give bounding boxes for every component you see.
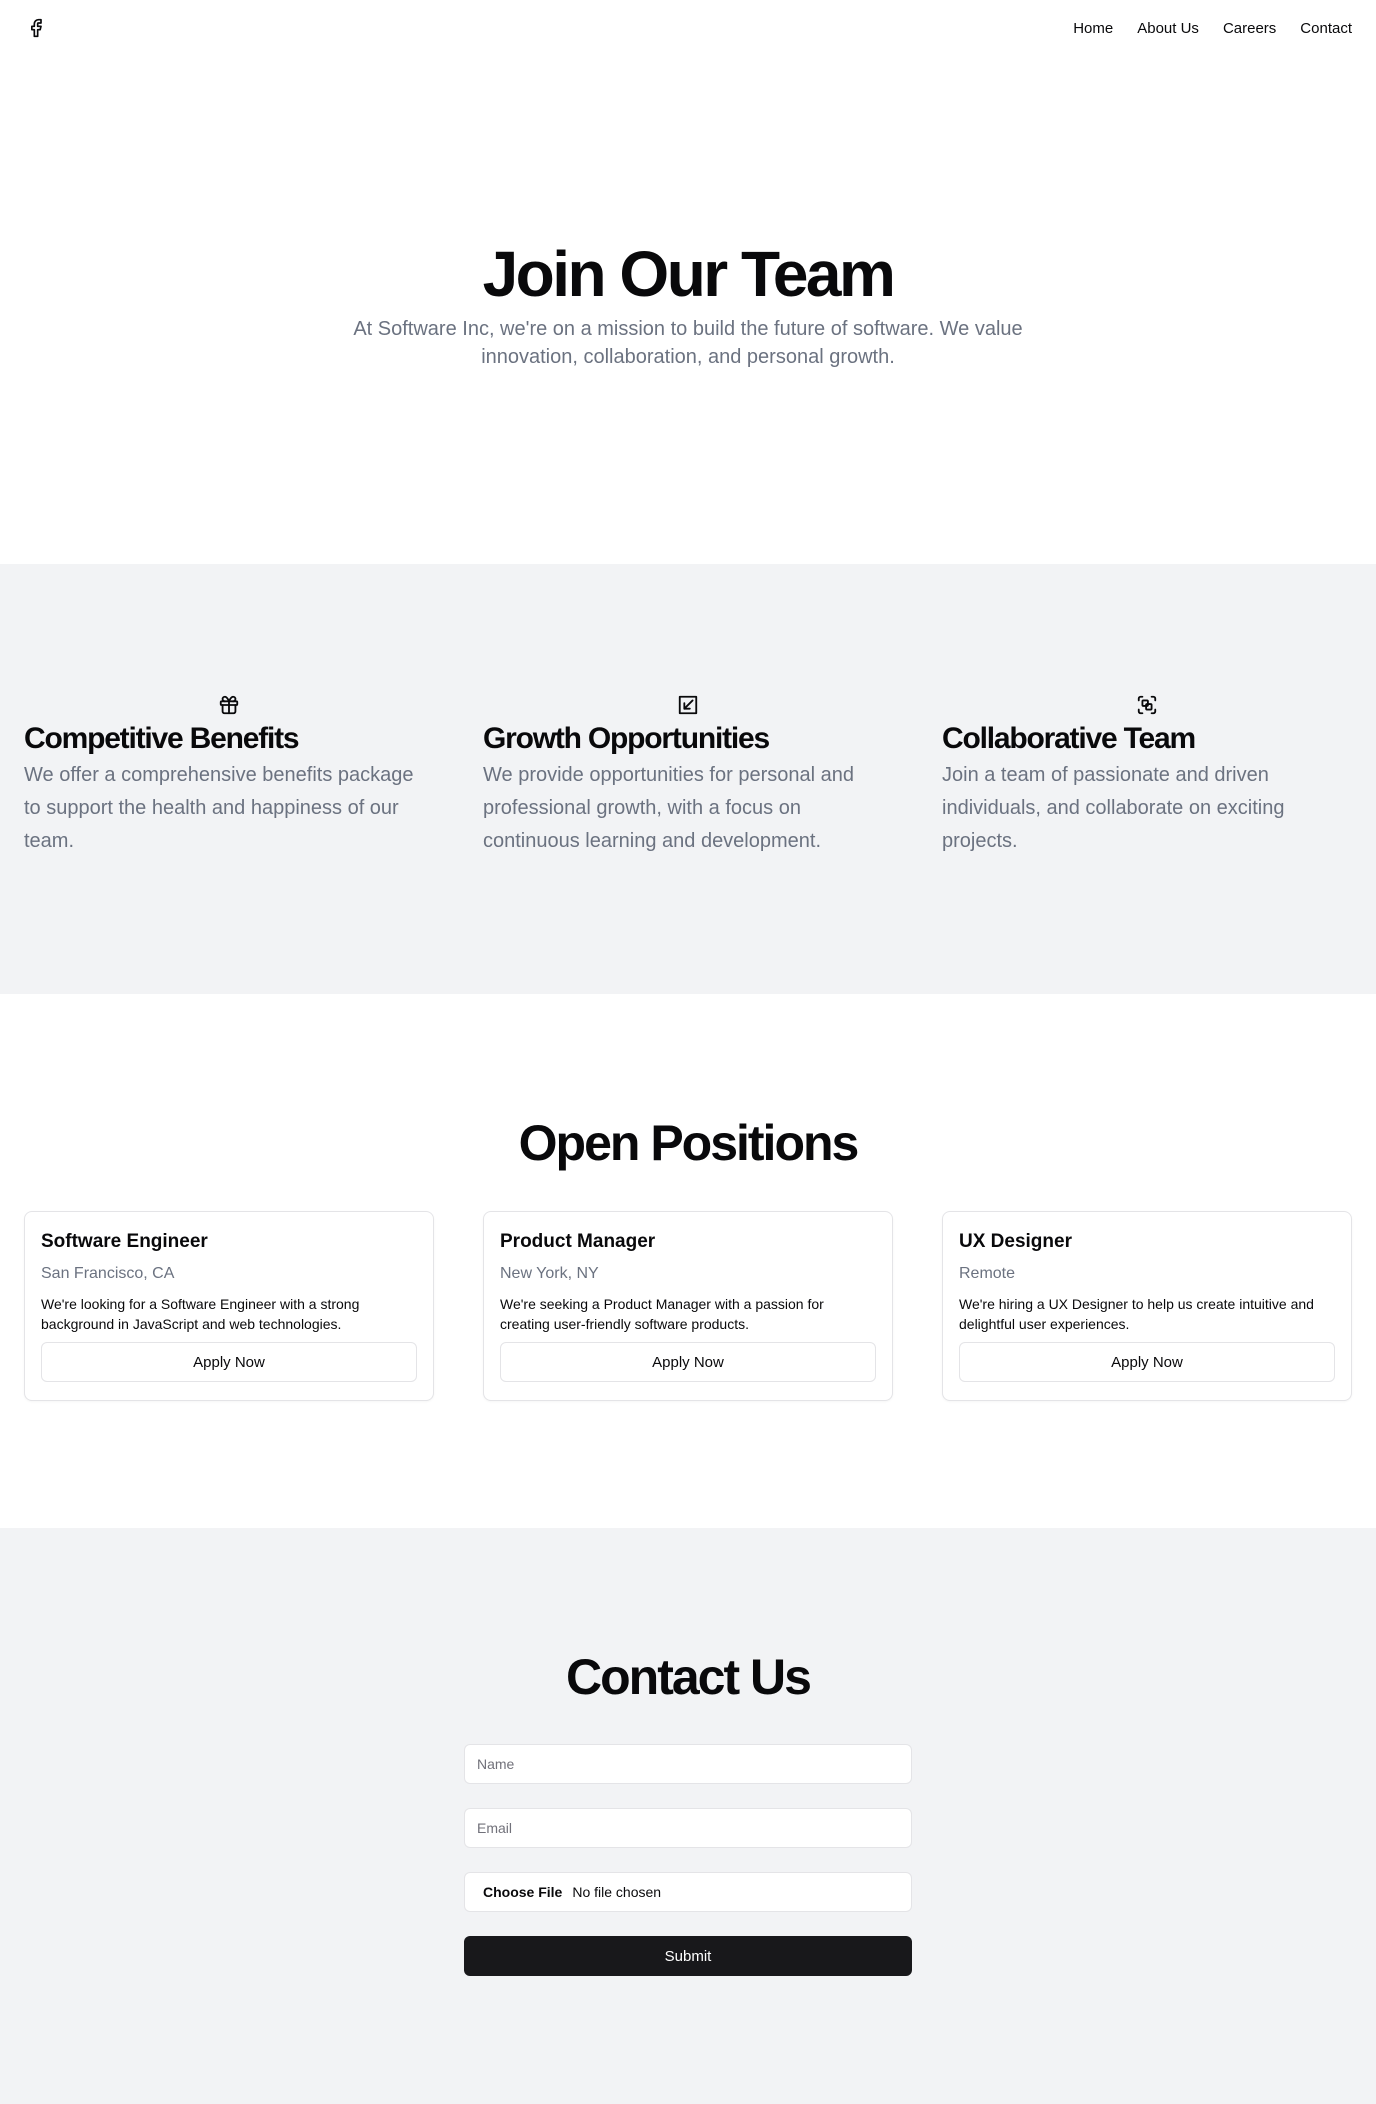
gift-icon xyxy=(24,692,434,718)
name-input[interactable] xyxy=(464,1744,912,1784)
contact-title: Contact Us xyxy=(566,1649,812,1705)
position-card-software-engineer: Software Engineer San Francisco, CA We'r… xyxy=(24,1211,434,1401)
position-location: San Francisco, CA xyxy=(41,1265,175,1282)
feature-title: Collaborative Team xyxy=(942,722,1196,755)
position-card-product-manager: Product Manager New York, NY We're seeki… xyxy=(483,1211,893,1401)
feature-benefits: Competitive Benefits We offer a comprehe… xyxy=(24,692,434,858)
email-input[interactable] xyxy=(464,1808,912,1848)
position-title: Software Engineer xyxy=(41,1231,208,1252)
file-status: No file chosen xyxy=(572,1884,662,1900)
team-icon xyxy=(942,692,1352,718)
growth-icon xyxy=(483,692,893,718)
feature-team: Collaborative Team Join a team of passio… xyxy=(942,692,1352,858)
hero-section: Join Our Team At Software Inc, we're on … xyxy=(0,56,1376,564)
site-header: Home About Us Careers Contact xyxy=(0,0,1376,56)
nav-contact[interactable]: Contact xyxy=(1300,20,1352,37)
feature-text: We offer a comprehensive benefits packag… xyxy=(24,764,414,852)
nav-about-us[interactable]: About Us xyxy=(1137,20,1199,37)
nav-home[interactable]: Home xyxy=(1073,20,1113,37)
file-upload-field[interactable]: Choose File No file chosen xyxy=(464,1872,912,1912)
facebook-icon[interactable] xyxy=(24,16,48,40)
feature-growth: Growth Opportunities We provide opportun… xyxy=(483,692,893,858)
choose-file-button[interactable]: Choose File xyxy=(483,1884,562,1900)
feature-title: Growth Opportunities xyxy=(483,722,770,755)
position-description: We're seeking a Product Manager with a p… xyxy=(500,1296,824,1332)
contact-section: Contact Us Choose File No file chosen Su… xyxy=(0,1528,1376,2104)
features-section: Competitive Benefits We offer a comprehe… xyxy=(0,564,1376,994)
main-nav: Home About Us Careers Contact xyxy=(1073,20,1352,37)
apply-now-button[interactable]: Apply Now xyxy=(500,1342,876,1382)
position-title: UX Designer xyxy=(959,1231,1072,1252)
apply-now-button[interactable]: Apply Now xyxy=(959,1342,1335,1382)
position-title: Product Manager xyxy=(500,1231,656,1252)
hero-subtitle: At Software Inc, we're on a mission to b… xyxy=(353,318,1023,368)
apply-now-button[interactable]: Apply Now xyxy=(41,1342,417,1382)
feature-title: Competitive Benefits xyxy=(24,722,300,755)
positions-section: Open Positions Software Engineer San Fra… xyxy=(0,994,1376,1528)
position-location: New York, NY xyxy=(500,1265,599,1282)
position-card-ux-designer: UX Designer Remote We're hiring a UX Des… xyxy=(942,1211,1352,1401)
hero-title: Join Our Team xyxy=(482,238,896,310)
position-description: We're looking for a Software Engineer wi… xyxy=(41,1296,360,1332)
position-location: Remote xyxy=(959,1265,1016,1282)
submit-button[interactable]: Submit xyxy=(464,1936,912,1976)
positions-title: Open Positions xyxy=(518,1115,860,1171)
position-description: We're hiring a UX Designer to help us cr… xyxy=(959,1296,1314,1332)
feature-text: We provide opportunities for personal an… xyxy=(483,764,854,852)
nav-careers[interactable]: Careers xyxy=(1223,20,1276,37)
feature-text: Join a team of passionate and driven ind… xyxy=(942,764,1285,852)
